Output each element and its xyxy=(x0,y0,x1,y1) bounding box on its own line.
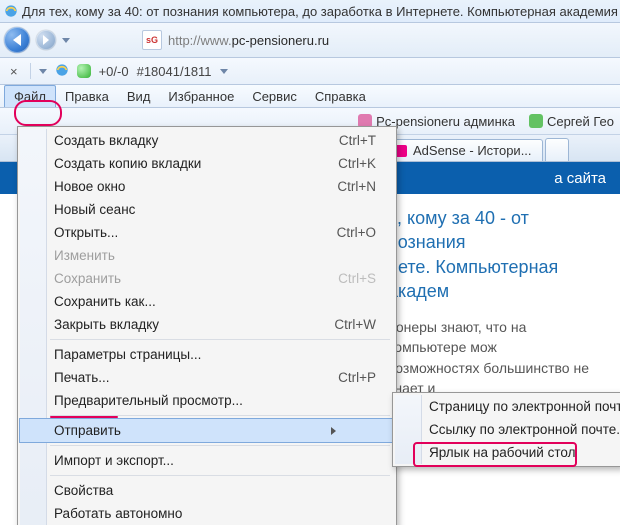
menu-item[interactable]: Сохранить как... xyxy=(20,290,394,313)
site-favicon: sG xyxy=(142,30,162,50)
menu-tools[interactable]: Сервис xyxy=(243,85,306,107)
send-submenu-popup: Страницу по электронной почте... Ссылку … xyxy=(392,392,620,467)
submenu-item[interactable]: Страницу по электронной почте... xyxy=(395,395,619,418)
arrow-left-icon xyxy=(13,34,21,46)
toolbar-row: × +0/-0 #18041/1811 xyxy=(0,58,620,85)
back-button[interactable] xyxy=(4,27,30,53)
menu-separator xyxy=(50,339,390,340)
tab-label: AdSense - Истори... xyxy=(413,143,532,158)
ie-icon xyxy=(4,4,18,18)
menu-item[interactable]: Открыть...Ctrl+O xyxy=(20,221,394,244)
menu-bar: Файл Правка Вид Избранное Сервис Справка xyxy=(0,85,620,108)
pagerank-value: +0/-0 xyxy=(99,64,129,79)
address-bar[interactable]: http://www.pc-pensioneru.ru xyxy=(168,33,329,48)
menu-file[interactable]: Файл xyxy=(4,85,56,107)
person-icon xyxy=(529,114,543,128)
article-paragraph: ионеры знают, что на компьютере можвозмо… xyxy=(388,317,602,398)
menu-edit[interactable]: Правка xyxy=(56,85,118,107)
menu-help[interactable]: Справка xyxy=(306,85,375,107)
submenu-item[interactable]: Ссылку по электронной почте... xyxy=(395,418,619,441)
menu-item[interactable]: Параметры страницы... xyxy=(20,343,394,366)
submenu-arrow-icon xyxy=(331,427,376,435)
addr-scheme: http:// xyxy=(168,33,201,48)
file-menu-popup: Создать вкладкуCtrl+T Создать копию вкла… xyxy=(17,126,397,525)
menu-separator xyxy=(50,415,390,416)
menu-item[interactable]: Создать вкладкуCtrl+T xyxy=(20,129,394,152)
menu-item[interactable]: Печать...Ctrl+P xyxy=(20,366,394,389)
article-heading: х, кому за 40 - от познаниянете. Компьют… xyxy=(388,206,602,303)
status-indicator-icon xyxy=(77,64,91,78)
menu-item[interactable]: Новое окноCtrl+N xyxy=(20,175,394,198)
menu-favorites[interactable]: Избранное xyxy=(159,85,243,107)
addr-domain: pc-pensioneru.ru xyxy=(232,33,330,48)
chevron-down-icon[interactable] xyxy=(39,69,47,74)
menu-item-disabled: Изменить xyxy=(20,244,394,267)
menu-item[interactable]: Закрыть вкладкуCtrl+W xyxy=(20,313,394,336)
new-tab-button[interactable] xyxy=(545,138,569,161)
menu-item-disabled: СохранитьCtrl+S xyxy=(20,267,394,290)
menu-separator xyxy=(50,475,390,476)
menu-item[interactable]: Свойства xyxy=(20,479,394,502)
menu-item[interactable]: Работать автономно xyxy=(20,502,394,525)
chevron-down-icon[interactable] xyxy=(220,69,228,74)
menu-item[interactable]: Предварительный просмотр... xyxy=(20,389,394,412)
toolbar-close-button[interactable]: × xyxy=(6,64,22,79)
menu-item[interactable]: Импорт и экспорт... xyxy=(20,449,394,472)
addr-sub: www. xyxy=(201,33,232,48)
menu-item-send[interactable]: Отправить xyxy=(20,419,394,442)
history-dropdown-icon[interactable] xyxy=(62,38,70,43)
divider xyxy=(30,63,31,79)
menu-separator xyxy=(50,445,390,446)
menu-view[interactable]: Вид xyxy=(118,85,160,107)
fav-link[interactable]: Сергей Гео xyxy=(529,114,614,129)
menu-item[interactable]: Создать копию вкладкиCtrl+K xyxy=(20,152,394,175)
nav-row: sG http://www.pc-pensioneru.ru xyxy=(0,23,620,58)
menu-item[interactable]: Новый сеанс xyxy=(20,198,394,221)
rank-value: #18041/1811 xyxy=(137,64,212,79)
window-titlebar: Для тех, кому за 40: от познания компьют… xyxy=(0,0,620,23)
forward-button[interactable] xyxy=(36,30,56,50)
toolbar-icon[interactable] xyxy=(55,63,69,80)
section-label: а сайта xyxy=(554,170,606,187)
browser-tab[interactable]: AdSense - Истори... xyxy=(384,139,543,161)
fav-label: Сергей Гео xyxy=(547,114,614,129)
window-title: Для тех, кому за 40: от познания компьют… xyxy=(22,4,620,19)
submenu-item-shortcut-desktop[interactable]: Ярлык на рабочий стол xyxy=(395,441,619,464)
arrow-right-icon xyxy=(43,35,49,45)
